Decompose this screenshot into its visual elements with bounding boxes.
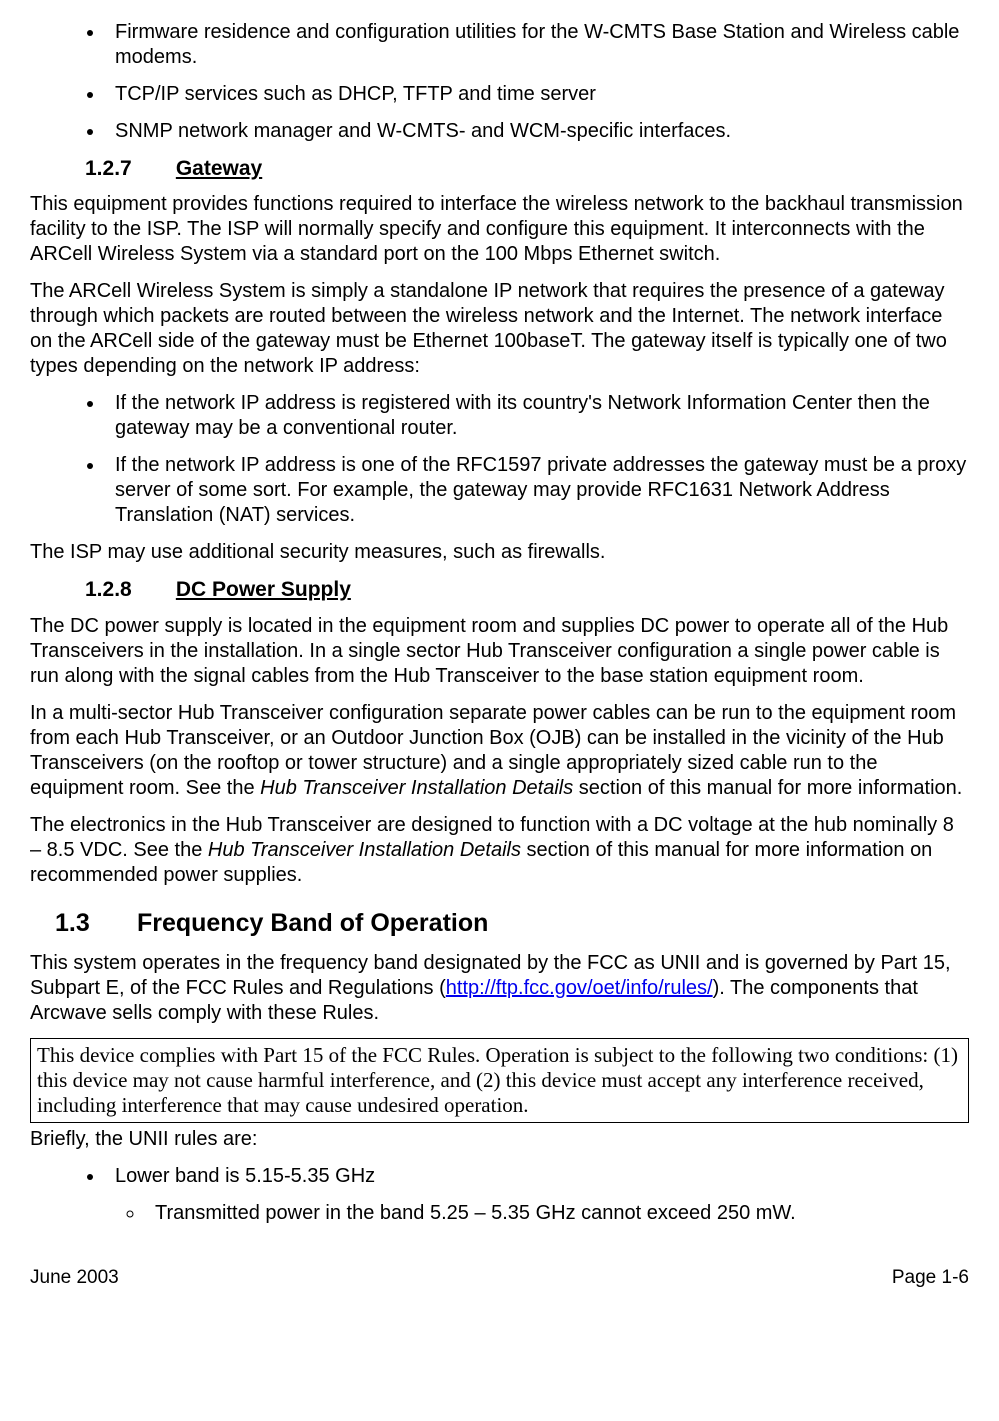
list-item: If the network IP address is one of the … (105, 453, 969, 528)
paragraph: The ARCell Wireless System is simply a s… (30, 279, 969, 379)
text: section of this manual for more informat… (573, 777, 962, 799)
paragraph: This equipment provides functions requir… (30, 192, 969, 267)
unii-sub-bullet-list: Transmitted power in the band 5.25 – 5.3… (30, 1201, 969, 1226)
list-item: If the network IP address is registered … (105, 391, 969, 441)
unii-bullet-list: Lower band is 5.15-5.35 GHz (30, 1164, 969, 1189)
italic-text: Hub Transceiver Installation Details (260, 777, 573, 799)
paragraph: The electronics in the Hub Transceiver a… (30, 813, 969, 888)
list-item: Firmware residence and configuration uti… (105, 20, 969, 70)
list-item: Transmitted power in the band 5.25 – 5.3… (145, 1201, 969, 1226)
paragraph: The DC power supply is located in the eq… (30, 614, 969, 689)
list-item: TCP/IP services such as DHCP, TFTP and t… (105, 82, 969, 107)
heading-frequency-band: 1.3 Frequency Band of Operation (30, 908, 969, 939)
heading-number: 1.2.7 (85, 156, 170, 182)
fcc-rules-link[interactable]: http://ftp.fcc.gov/oet/info/rules/ (446, 977, 713, 999)
heading-number: 1.2.8 (85, 577, 170, 603)
heading-title: DC Power Supply (176, 578, 351, 601)
paragraph: This system operates in the frequency ba… (30, 951, 969, 1026)
heading-title: Frequency Band of Operation (137, 909, 488, 937)
list-item: Lower band is 5.15-5.35 GHz (105, 1164, 969, 1189)
paragraph: Briefly, the UNII rules are: (30, 1127, 969, 1152)
heading-dc-power-supply: 1.2.8 DC Power Supply (30, 577, 969, 603)
top-bullet-list: Firmware residence and configuration uti… (30, 20, 969, 144)
heading-gateway: 1.2.7 Gateway (30, 156, 969, 182)
list-item: SNMP network manager and W-CMTS- and WCM… (105, 119, 969, 144)
paragraph: In a multi-sector Hub Transceiver config… (30, 701, 969, 801)
footer-page: Page 1-6 (892, 1266, 969, 1290)
italic-text: Hub Transceiver Installation Details (208, 839, 521, 861)
page-footer: June 2003 Page 1-6 (30, 1266, 969, 1290)
paragraph: The ISP may use additional security meas… (30, 540, 969, 565)
gateway-bullet-list: If the network IP address is registered … (30, 391, 969, 528)
compliance-box: This device complies with Part 15 of the… (30, 1038, 969, 1124)
heading-number: 1.3 (55, 908, 130, 939)
footer-date: June 2003 (30, 1266, 119, 1290)
heading-title: Gateway (176, 157, 262, 180)
